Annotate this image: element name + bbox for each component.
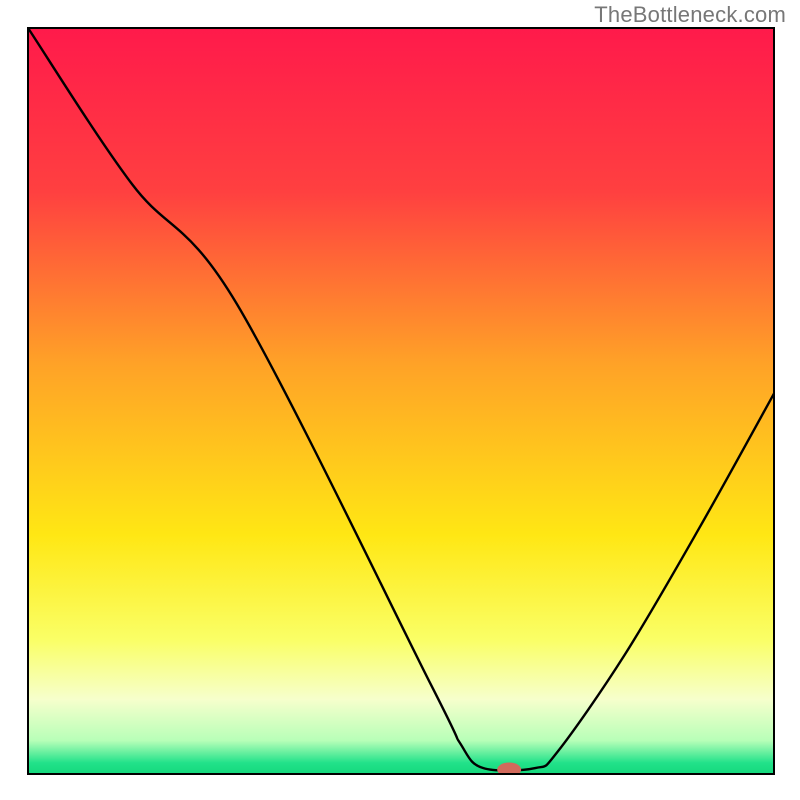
bottleneck-chart: [0, 0, 800, 800]
chart-container: TheBottleneck.com: [0, 0, 800, 800]
watermark-text: TheBottleneck.com: [594, 2, 786, 28]
plot-background: [28, 28, 774, 774]
